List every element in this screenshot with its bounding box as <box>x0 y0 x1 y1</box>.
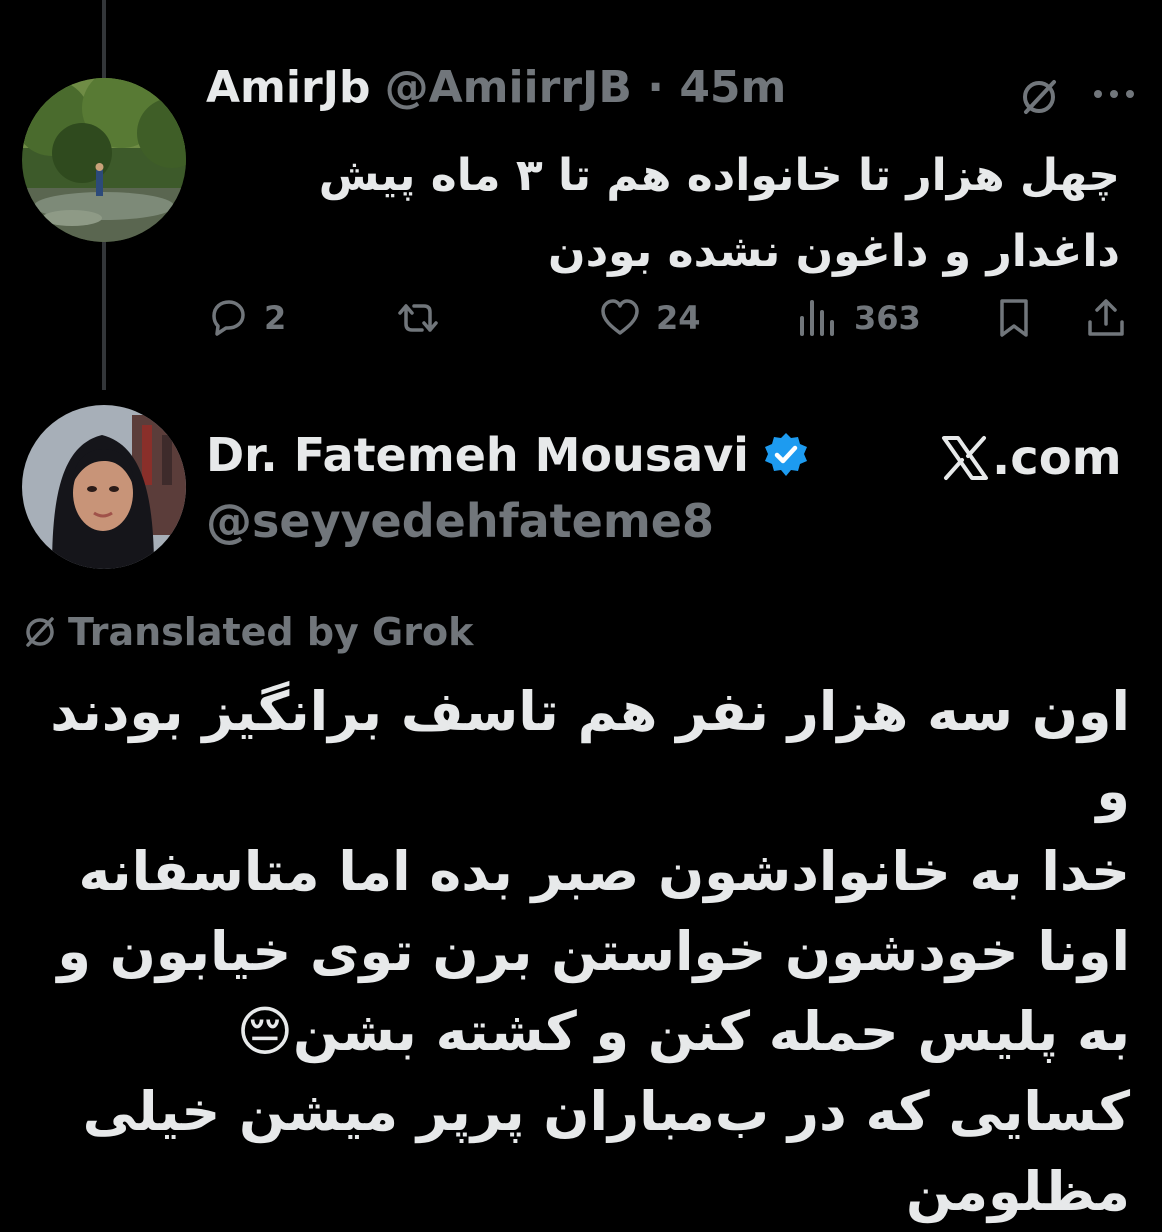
source-text: .com <box>992 430 1122 486</box>
avatar[interactable] <box>22 405 186 569</box>
more-icon[interactable] <box>1090 82 1138 106</box>
reply-count: 2 <box>264 299 287 337</box>
reply-icon <box>212 300 245 336</box>
tweet-header: AmirJb @AmiirrJB · 45m <box>206 62 786 122</box>
tweet-text: چهل هزار تا خانواده هم تا ۳ ماه پیش داغد… <box>318 150 1120 277</box>
source-label: .com <box>940 430 1122 486</box>
tweet-text: اون سه هزار نفر هم تاسف برانگیز بودند و … <box>50 680 1130 1223</box>
heart-icon <box>601 299 639 335</box>
handle[interactable]: @AmiirrJB · 45m <box>385 62 787 113</box>
tweet-actions: 2 24 363 <box>206 290 1136 346</box>
grok-icon[interactable] <box>1018 76 1060 118</box>
translated-by-text: Translated by Grok <box>68 610 474 654</box>
translation-label[interactable]: Translated by Grok <box>22 610 473 654</box>
views-icon <box>800 300 834 336</box>
avatar[interactable] <box>22 78 186 242</box>
display-name[interactable]: Dr. Fatemeh Mousavi <box>206 428 749 482</box>
views-button[interactable]: 363 <box>796 290 921 346</box>
bookmark-icon <box>1000 299 1028 337</box>
timestamp[interactable]: 45m <box>679 62 786 113</box>
share-icon <box>1088 299 1124 336</box>
retweet-icon <box>398 304 438 332</box>
share-button[interactable] <box>1084 290 1128 346</box>
author-name[interactable]: Dr. Fatemeh Mousavi <box>206 428 811 482</box>
verified-icon <box>764 433 807 476</box>
separator: · <box>647 62 664 113</box>
avatar-image <box>22 405 186 569</box>
like-button[interactable]: 24 <box>598 290 701 346</box>
avatar-image <box>22 78 186 242</box>
author-handle[interactable]: @seyyedehfateme8 <box>206 494 714 548</box>
x-logo-icon <box>942 436 988 480</box>
display-name[interactable]: AmirJb <box>206 62 371 113</box>
reply-button[interactable]: 2 <box>206 290 286 346</box>
like-count: 24 <box>656 299 701 337</box>
view-count: 363 <box>854 299 921 337</box>
handle-text[interactable]: @AmiirrJB <box>385 62 632 113</box>
grok-icon <box>26 617 54 647</box>
bookmark-button[interactable] <box>992 290 1036 346</box>
retweet-button[interactable] <box>396 290 454 346</box>
